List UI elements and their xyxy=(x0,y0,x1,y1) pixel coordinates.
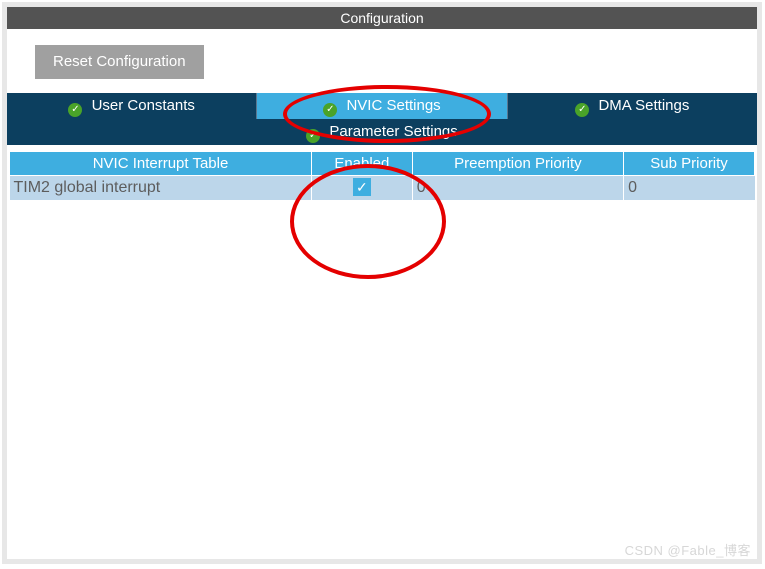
nvic-table-container: NVIC Interrupt Table Enabled Preemption … xyxy=(7,145,757,520)
tab-label: User Constants xyxy=(92,97,195,114)
tab-nvic-settings[interactable]: ✓ NVIC Settings xyxy=(257,93,507,119)
tab-label: Parameter Settings xyxy=(329,123,457,140)
table-header-row: NVIC Interrupt Table Enabled Preemption … xyxy=(10,152,755,176)
reset-configuration-button[interactable]: Reset Configuration xyxy=(35,45,204,79)
check-circle-icon: ✓ xyxy=(306,129,320,143)
window-title: Configuration xyxy=(340,10,423,26)
check-circle-icon: ✓ xyxy=(575,103,589,117)
cell-preemption-priority[interactable]: 0 xyxy=(412,176,623,200)
cell-interrupt-name: TIM2 global interrupt xyxy=(10,176,312,200)
col-header-preempt: Preemption Priority xyxy=(412,152,623,176)
col-header-sub: Sub Priority xyxy=(624,152,755,176)
check-circle-icon: ✓ xyxy=(323,103,337,117)
settings-tabbar: ✓ User Constants ✓ NVIC Settings ✓ DMA S… xyxy=(7,93,757,119)
table-row[interactable]: TIM2 global interrupt ✓ 0 0 xyxy=(10,176,755,200)
col-header-name: NVIC Interrupt Table xyxy=(10,152,312,176)
empty-area xyxy=(9,200,755,520)
tab-dma-settings[interactable]: ✓ DMA Settings xyxy=(508,93,757,119)
toolbar: Reset Configuration xyxy=(7,29,757,93)
nvic-interrupt-table: NVIC Interrupt Table Enabled Preemption … xyxy=(9,151,755,200)
tab-parameter-settings[interactable]: ✓ Parameter Settings xyxy=(7,119,757,145)
enabled-checkbox[interactable]: ✓ xyxy=(353,178,371,196)
check-circle-icon: ✓ xyxy=(68,103,82,117)
col-header-enabled: Enabled xyxy=(312,152,413,176)
tab-label: NVIC Settings xyxy=(346,97,440,114)
cell-enabled: ✓ xyxy=(312,176,413,200)
tab-user-constants[interactable]: ✓ User Constants xyxy=(7,93,257,119)
tab-label: DMA Settings xyxy=(598,97,689,114)
window-titlebar: Configuration xyxy=(7,7,757,29)
cell-sub-priority[interactable]: 0 xyxy=(624,176,755,200)
